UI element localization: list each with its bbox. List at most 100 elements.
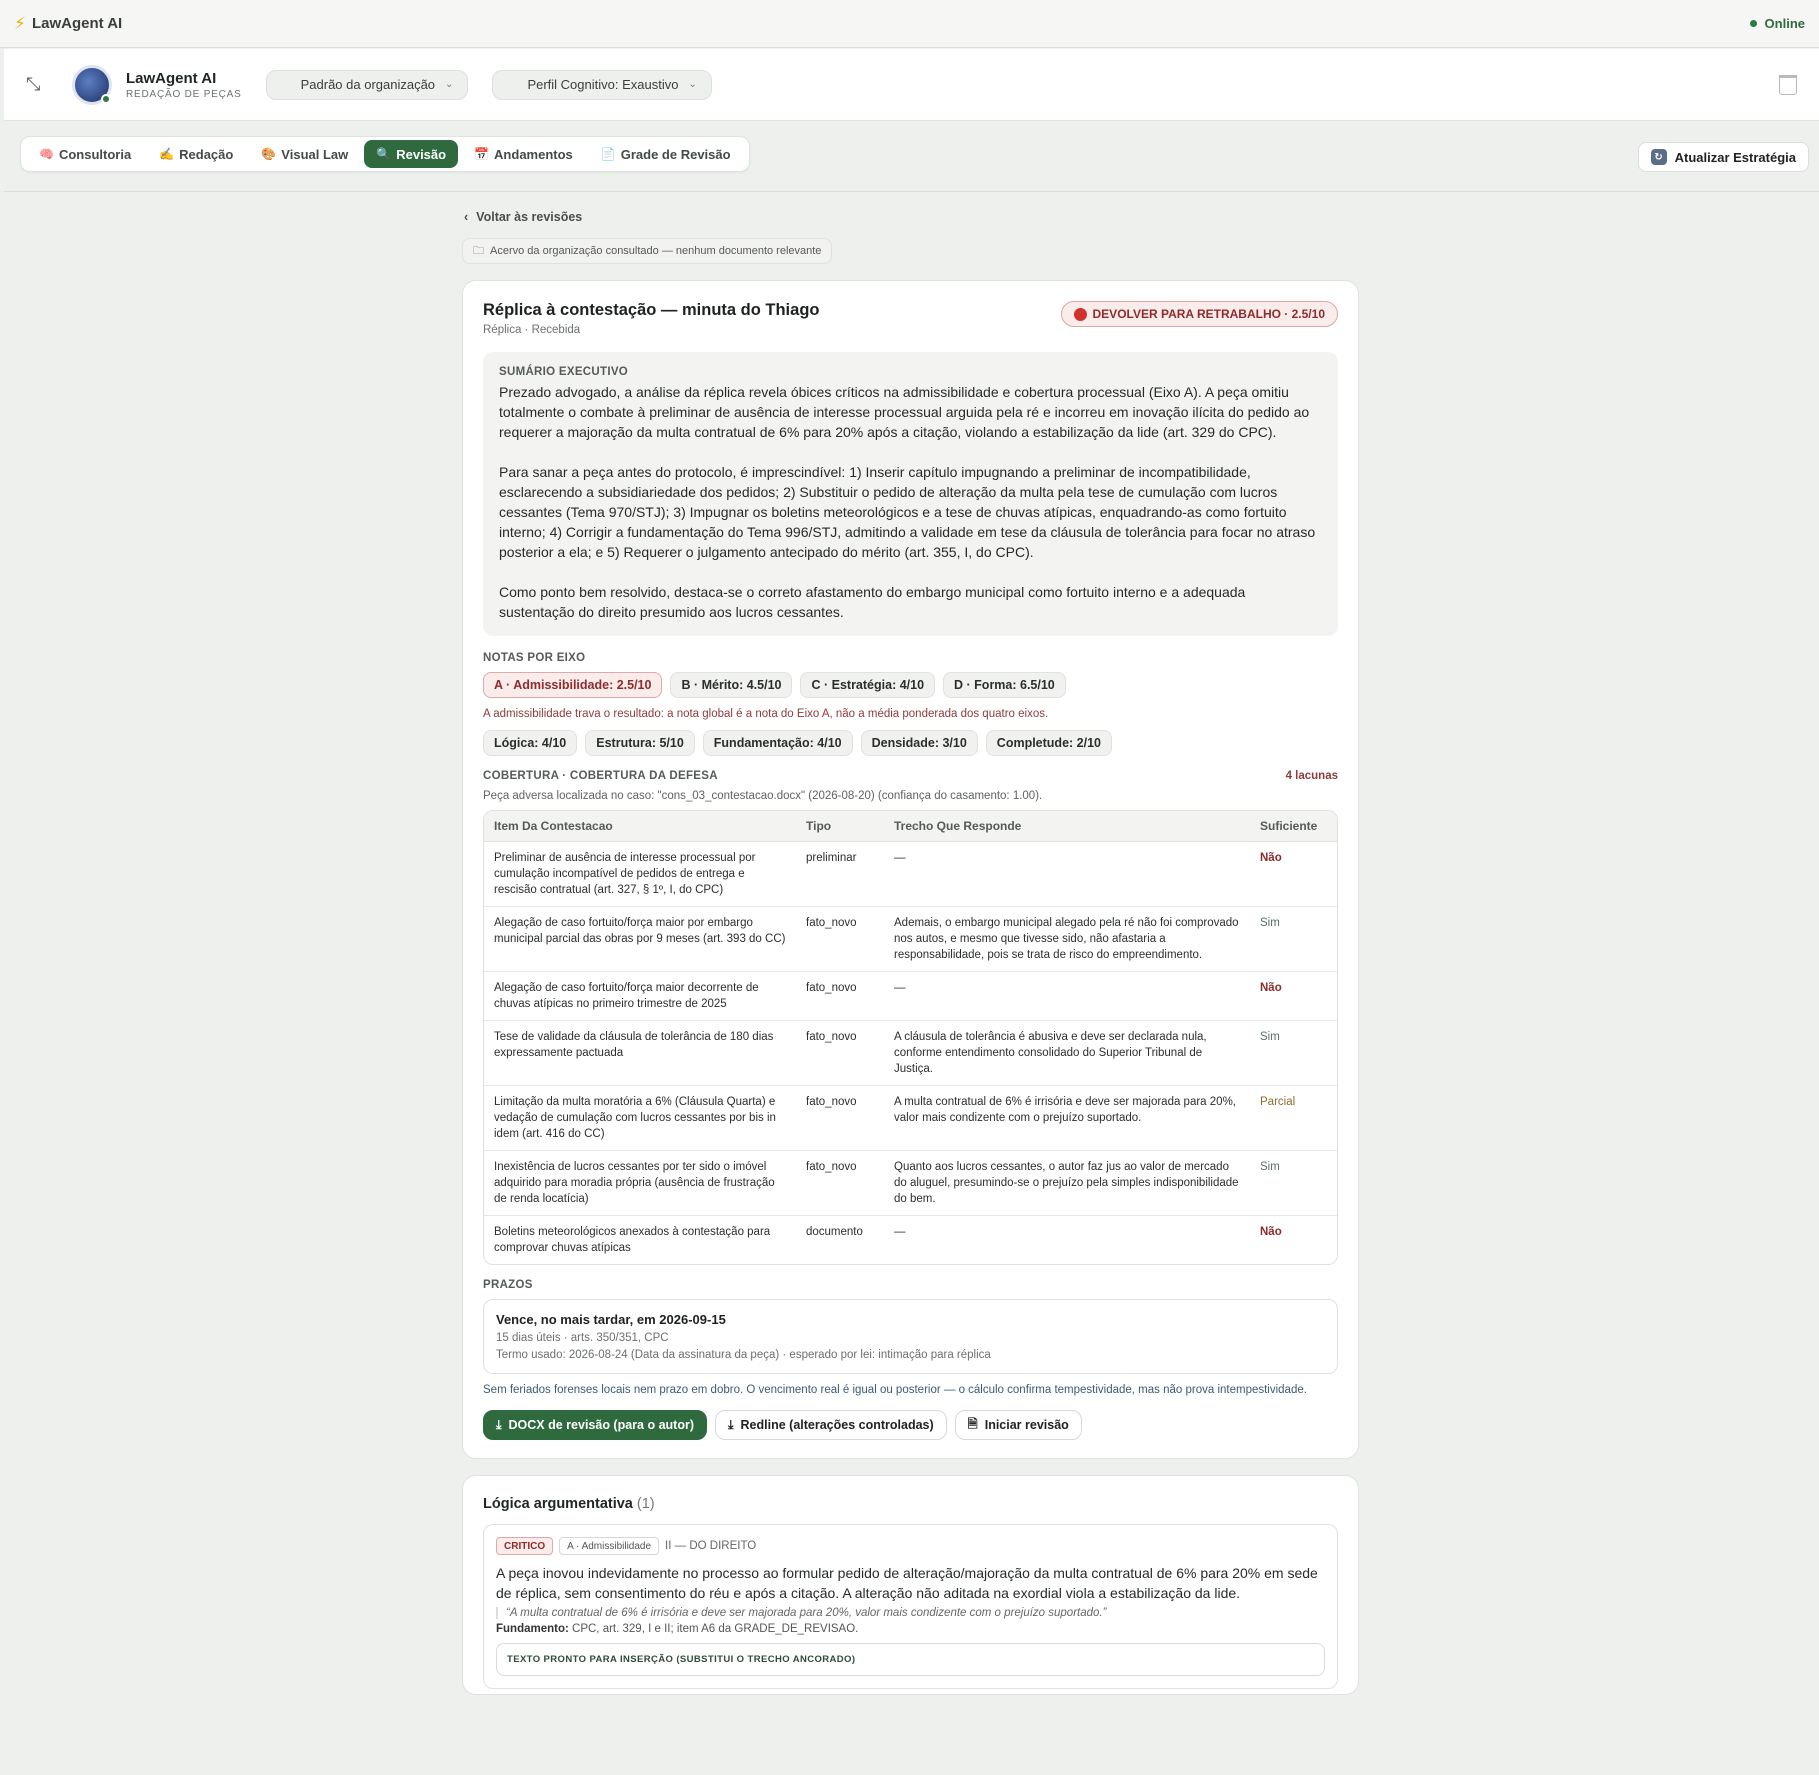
org-select[interactable]: Padrão da organização ⌄ [265,69,469,100]
criterion-chip-completude: Completude: 2/10 [985,730,1112,756]
cell-suficiente: Parcial [1250,1086,1337,1151]
tab-redacao[interactable]: ✍️ Redação [147,140,245,168]
cell-tipo: fato_novo [796,1086,884,1151]
review-card: Réplica à contestação — minuta do Thiago… [462,280,1359,1459]
red-circle-icon [1073,307,1087,321]
column-header: Tipo [796,811,884,842]
coverage-gaps-count: 4 lacunas [1285,770,1338,782]
summary-paragraph: Prezado advogado, a análise da réplica r… [499,384,1310,440]
issue-quote: “A multa contratual de 6% é irrisória e … [496,1607,1325,1619]
issue-fundamento: Fundamento: CPC, art. 329, I e II; item … [496,1623,1325,1635]
profile-select[interactable]: Perfil Cognitivo: Exaustivo ⌄ [492,69,712,100]
palette-icon: 🎨 [261,147,277,161]
axis-chip-admissibilidade[interactable]: A · Admissibilidade: 2.5/10 [483,672,663,698]
cell-suficiente: Não [1250,842,1337,907]
tabs-bar: 🧠 Consultoria ✍️ Redação 🎨 Visual Law 🔍 Revi… [4,122,1819,192]
cell-tipo: documento [806,1226,863,1238]
cell-item: Tese de validade da cláusula de tolerânc… [484,1021,796,1086]
profile-select-value: Perfil Cognitivo: Exaustivo [527,77,679,92]
tab-andamentos[interactable]: 📅 Andamentos [462,140,585,168]
cell-item: Boletins meteorológicos anexados à conte… [494,1226,771,1254]
chevron-left-icon: ‹ [464,210,469,224]
org-select-value: Padrão da organização [300,77,436,92]
column-header: Item Da Contestacao [484,811,796,842]
deadline-note: Sem feriados forenses locais nem prazo e… [483,1384,1307,1396]
online-label: Online [1764,16,1805,31]
logic-card: Lógica argumentativa (1) CRITICO A · Adm… [462,1475,1359,1695]
coverage-table: Item Da Contestacao Tipo Trecho Que Resp… [483,810,1338,1265]
cell-tipo: fato_novo [796,907,884,972]
docx-review-button[interactable]: ⤓ DOCX de revisão (para o autor) [483,1410,707,1440]
cell-suficiente: Sim [1250,1151,1337,1216]
cell-trecho: — [884,972,1250,1021]
app-name: LawAgent AI [31,15,123,32]
table-row: Limitação da multa moratória a 6% (Cláus… [484,1086,1337,1151]
deadline-term: Termo usado: 2026-08-24 (Data da assinat… [496,1349,991,1361]
issue-section: II — DO DIREITO [665,1540,757,1552]
deadlines-label: PRAZOS [483,1279,533,1291]
cell-trecho: — [884,842,1250,907]
tab-label: Andamentos [494,146,573,162]
chevron-down-icon: ⌄ [445,79,454,90]
axis-chip-estrategia[interactable]: C · Estratégia: 4/10 [800,672,936,698]
review-actions: ⤓ DOCX de revisão (para o autor) ⤓ Redli… [483,1410,1338,1440]
cell-trecho: Quanto aos lucros cessantes, o autor faz… [884,1151,1250,1216]
cell-item: Preliminar de ausência de interesse proc… [484,842,796,907]
trash-icon[interactable] [1779,74,1797,95]
folder-icon: 🗀 [473,244,484,257]
criterion-chip-densidade: Densidade: 3/10 [860,730,978,756]
magnifier-icon: 🔍 [376,147,392,161]
criterion-chip-estrutura: Estrutura: 5/10 [585,730,695,756]
column-header: Suficiente [1250,811,1337,842]
tab-label: Consultoria [58,146,132,162]
cell-item: Alegação de caso fortuito/força maior po… [484,907,796,972]
deadline-box: Vence, no mais tardar, em 2026-09-15 15 … [483,1299,1338,1374]
update-strategy-button[interactable]: ↻ Atualizar Estratégia [1637,142,1809,172]
deadline-days: 15 dias úteis · arts. 350/351, CPC [496,1332,669,1344]
logic-title-text: Lógica argumentativa [483,1496,633,1512]
axis-chip-forma[interactable]: D · Forma: 6.5/10 [943,672,1066,698]
tab-label: Grade de Revisão [620,146,731,162]
fundamento-label: Fundamento: [496,1623,569,1635]
summary-label: SUMÁRIO EXECUTIVO [499,366,629,378]
table-header-row: Item Da Contestacao Tipo Trecho Que Resp… [484,811,1337,842]
review-main: ‹ Voltar às revisões 🗀 Acervo da organiz… [462,192,1359,1695]
chevron-down-icon: ⌄ [688,79,697,90]
axis-chip-merito[interactable]: B · Mérito: 4.5/10 [670,672,793,698]
cell-tipo: fato_novo [796,1021,884,1086]
tab-grade-de-revisao[interactable]: 📄 Grade de Revisão [589,140,743,168]
tab-revisao[interactable]: 🔍 Revisão [364,140,459,168]
coverage-note: Peça adversa localizada no caso: "cons_0… [483,790,1043,802]
column-header: Trecho Que Responde [884,811,1250,842]
agent-name: LawAgent AI [126,69,217,87]
document-icon: 📄 [600,147,616,161]
tab-consultoria[interactable]: 🧠 Consultoria [27,140,143,168]
summary-paragraph: Para sanar a peça antes do protocolo, é … [499,464,1316,560]
agent-header: ⤡ LawAgent AI REDAÇÃO DE PEÇAS Padrão da… [4,49,1819,121]
cell-tipo: preliminar [796,842,884,907]
writing-hand-icon: ✍️ [159,147,175,161]
redline-button[interactable]: ⤓ Redline (alterações controladas) [715,1410,947,1440]
cell-suficiente: Sim [1250,907,1337,972]
org-library-note: 🗀 Acervo da organização consultado — nen… [462,238,833,264]
mode-tabs: 🧠 Consultoria ✍️ Redação 🎨 Visual Law 🔍 Revi… [20,136,750,172]
logic-issue: CRITICO A · Admissibilidade II — DO DIRE… [483,1524,1338,1689]
logic-count: (1) [636,1496,655,1512]
issue-tags: CRITICO A · Admissibilidade II — DO DIRE… [496,1537,1325,1555]
criterion-chip-logica: Lógica: 4/10 [483,730,578,756]
tab-visual-law[interactable]: 🎨 Visual Law [249,140,360,168]
back-link[interactable]: ‹ Voltar às revisões [462,210,1359,224]
review-title: Réplica à contestação — minuta do Thiago [483,301,820,319]
brain-icon: 🧠 [39,147,54,161]
verdict-label: DEVOLVER PARA RETRABALHO · 2.5/10 [1092,307,1325,321]
back-link-label: Voltar às revisões [476,210,583,224]
start-review-button[interactable]: 🗎 Iniciar revisão [954,1410,1082,1440]
table-row: Boletins meteorológicos anexados à conte… [484,1216,1337,1264]
criteria-scores: Lógica: 4/10 Estrutura: 5/10 Fundamentaç… [483,730,1338,756]
insert-text-label: TEXTO PRONTO PARA INSERÇÃO (SUBSTITUI O … [496,1643,1325,1676]
refresh-icon: ↻ [1650,149,1667,165]
cell-trecho: — [894,1226,906,1238]
collapse-icon[interactable]: ⤡ [26,74,56,95]
cell-item: Inexistência de lucros cessantes por ter… [484,1151,796,1216]
cell-trecho: Ademais, o embargo municipal alegado pel… [884,907,1250,972]
